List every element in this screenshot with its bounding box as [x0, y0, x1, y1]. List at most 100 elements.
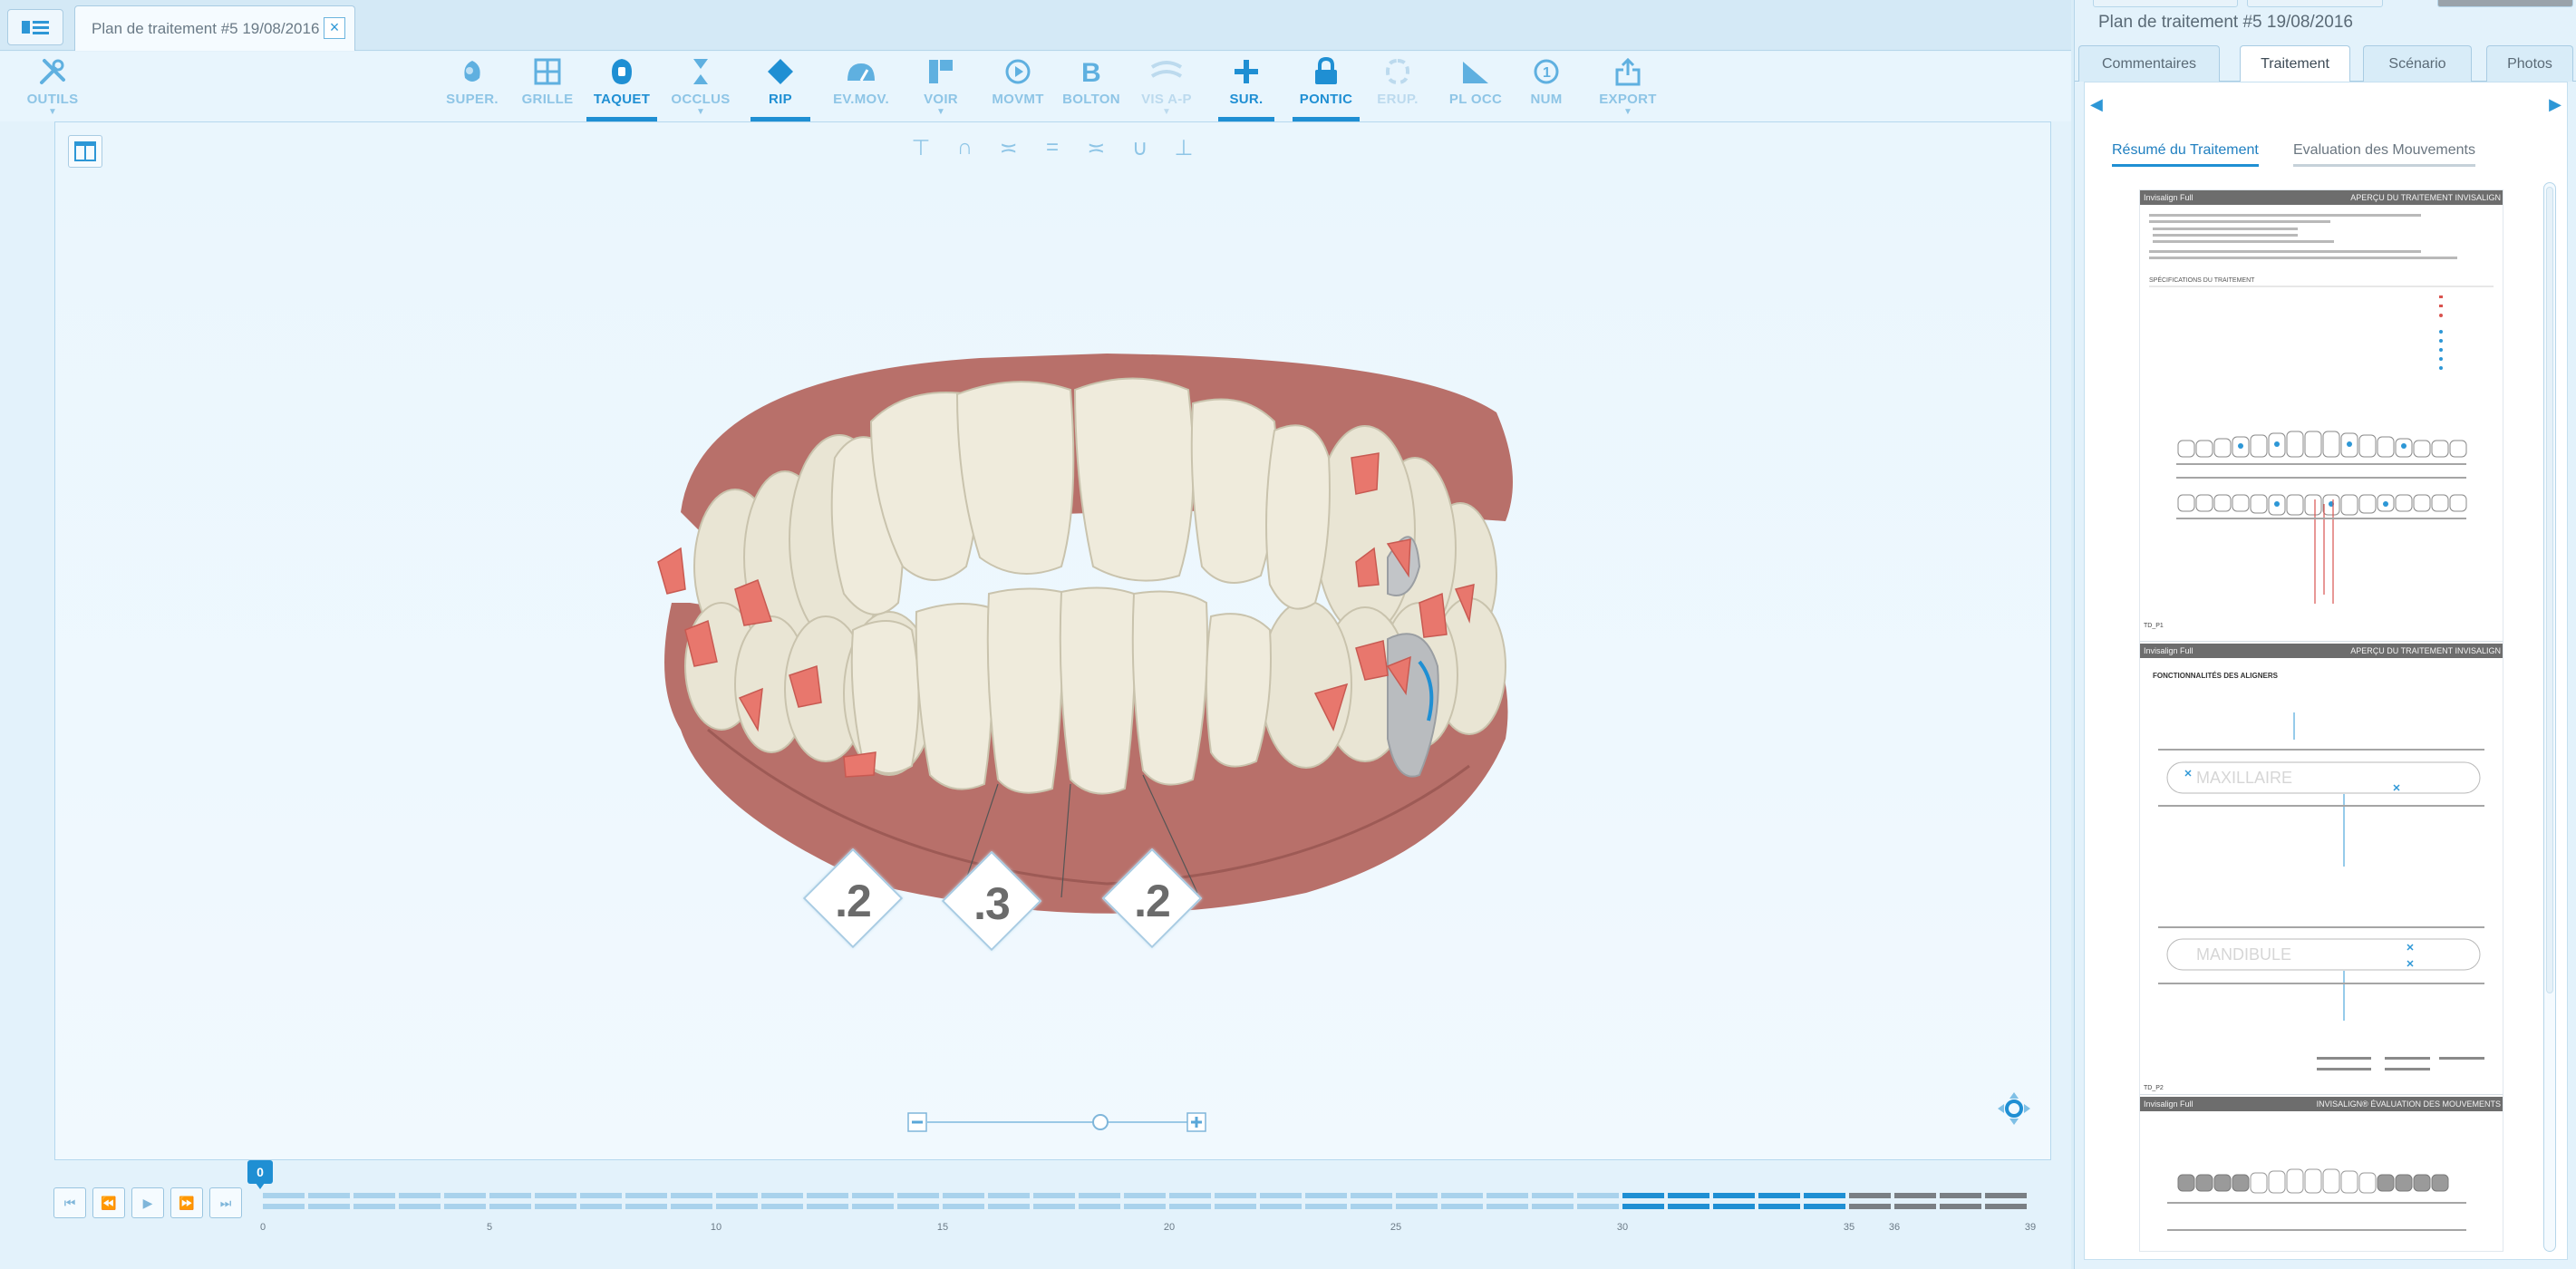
tool-export-button[interactable]: EXPORT ▼ [1595, 52, 1661, 121]
stage-segment[interactable] [943, 1193, 984, 1209]
view-upper-arch-icon[interactable]: ∩ [951, 135, 978, 162]
close-tab-button[interactable]: × [324, 17, 345, 39]
scrollbar-thumb[interactable] [2546, 187, 2553, 993]
side-top-button-2[interactable] [2247, 0, 2383, 7]
last-stage-button[interactable]: ⏭ [209, 1187, 242, 1218]
view-right-icon[interactable]: ≍ [995, 135, 1022, 162]
tool-voir-button[interactable]: VOIR ▼ [915, 52, 966, 121]
scroll-left-arrow-icon[interactable]: ◀ [2090, 95, 2103, 114]
navigation-compass-icon[interactable] [1996, 1090, 2032, 1127]
stage-segment[interactable] [1079, 1193, 1120, 1209]
stage-segment[interactable] [1305, 1193, 1347, 1209]
occlusal-plane-icon [1457, 55, 1494, 88]
view-top-icon[interactable]: ⊤ [907, 135, 935, 162]
stage-segment[interactable] [1622, 1193, 1664, 1209]
stage-segment[interactable] [1758, 1193, 1800, 1209]
zoom-slider[interactable] [907, 1110, 1206, 1134]
stage-segment[interactable] [489, 1193, 531, 1209]
stage-segment[interactable] [1668, 1193, 1709, 1209]
stage-segment[interactable] [807, 1193, 848, 1209]
document-preview[interactable]: Invisalign Full APERÇU DU TRAITEMENT INVI… [2139, 189, 2503, 1252]
panel-scrollbar[interactable] [2543, 182, 2556, 1252]
stage-segment[interactable] [1713, 1193, 1755, 1209]
side-top-button-3[interactable] [2437, 0, 2573, 7]
tool-erup-button[interactable]: ERUP. [1372, 52, 1423, 121]
next-stage-button[interactable]: ⏩ [170, 1187, 203, 1218]
stage-segment[interactable] [580, 1193, 622, 1209]
tool-label: VOIR [924, 92, 958, 107]
tool-sur-button[interactable]: SUR. [1218, 52, 1274, 121]
tool-grille-button[interactable]: GRILLE [519, 52, 576, 121]
view-left-icon[interactable]: ≍ [1082, 135, 1109, 162]
stage-segment[interactable] [1169, 1193, 1211, 1209]
stage-segment[interactable] [988, 1193, 1030, 1209]
stage-segment[interactable] [671, 1193, 712, 1209]
tool-num-button[interactable]: 1 NUM [1523, 52, 1570, 121]
ipr-diamond[interactable]: .2 [799, 844, 907, 953]
tab-commentaires[interactable]: Commentaires [2078, 45, 2220, 82]
stage-segment[interactable] [308, 1193, 350, 1209]
stage-segment[interactable] [1351, 1193, 1392, 1209]
tab-traitement[interactable]: Traitement [2240, 45, 2350, 82]
ipr-diamond[interactable]: .3 [937, 847, 1046, 955]
tool-occlus-button[interactable]: OCCLUS ▼ [671, 52, 731, 121]
tool-bolton-button[interactable]: B BOLTON [1061, 52, 1121, 121]
stage-segment[interactable] [1940, 1193, 1981, 1209]
tool-super-button[interactable]: SUPER. [444, 52, 500, 121]
menu-toggle-button[interactable] [7, 9, 63, 45]
dental-model[interactable] [599, 304, 1596, 920]
stage-segment[interactable] [761, 1193, 803, 1209]
tools-menu-button[interactable]: OUTILS ▼ [25, 52, 80, 121]
tool-taquet-button[interactable]: TAQUET [586, 52, 657, 121]
stage-segment[interactable] [1577, 1193, 1619, 1209]
stage-segment[interactable] [263, 1193, 305, 1209]
stage-segment[interactable] [1532, 1193, 1574, 1209]
stage-segment[interactable] [1849, 1193, 1891, 1209]
view-front-icon[interactable]: = [1039, 135, 1066, 162]
ipr-value: .2 [1134, 876, 1171, 926]
tool-ev-mov-button[interactable]: EV.MOV. [829, 52, 893, 121]
scroll-right-arrow-icon[interactable]: ▶ [2549, 95, 2561, 114]
view-lower-arch-icon[interactable]: ∪ [1127, 135, 1154, 162]
tool-movmt-button[interactable]: MOVMT [988, 52, 1048, 121]
stage-segment[interactable] [1487, 1193, 1528, 1209]
3d-viewport[interactable]: ⊤ ∩ ≍ = ≍ ∪ ⊥ .2 .3 .2 [54, 121, 2051, 1160]
tool-vis-a-p-button[interactable]: VIS A-P ▼ [1136, 52, 1197, 121]
stage-segment[interactable] [716, 1193, 758, 1209]
stage-segment[interactable] [1260, 1193, 1302, 1209]
stage-segment[interactable] [399, 1193, 441, 1209]
split-view-button[interactable] [68, 135, 102, 168]
tool-pontic-button[interactable]: PONTIC [1293, 52, 1360, 121]
subtab-treatment-summary[interactable]: Résumé du Traitement [2112, 142, 2259, 167]
tool-pl-occ-button[interactable]: PL OCC [1443, 52, 1508, 121]
stage-segment[interactable] [353, 1193, 395, 1209]
zoom-thumb[interactable] [1092, 1114, 1109, 1130]
document-tab[interactable]: Plan de traitement #5 19/08/2016 × [74, 5, 355, 51]
stage-segment[interactable] [535, 1193, 576, 1209]
stage-segment[interactable] [1396, 1193, 1438, 1209]
first-stage-button[interactable]: ⏮ [53, 1187, 86, 1218]
play-button[interactable]: ▶ [131, 1187, 164, 1218]
ipr-diamond[interactable]: .2 [1098, 844, 1206, 953]
stage-segment[interactable] [1441, 1193, 1483, 1209]
subtab-movement-evaluation[interactable]: Evaluation des Mouvements [2293, 142, 2475, 167]
occlusion-icon [683, 55, 719, 88]
stage-segment[interactable] [625, 1193, 667, 1209]
current-stage-marker[interactable]: 0 [247, 1160, 273, 1189]
chevron-down-icon: ▼ [1162, 107, 1171, 117]
stage-segment[interactable] [1894, 1193, 1936, 1209]
side-top-button-1[interactable] [2093, 0, 2238, 7]
stage-segment[interactable] [1804, 1193, 1845, 1209]
stage-segment[interactable] [1033, 1193, 1075, 1209]
stage-segment[interactable] [897, 1193, 939, 1209]
stage-segment[interactable] [1985, 1193, 2027, 1209]
tool-rip-button[interactable]: RIP [751, 52, 810, 121]
stage-segment[interactable] [444, 1193, 486, 1209]
stage-segment[interactable] [852, 1193, 894, 1209]
previous-stage-button[interactable]: ⏪ [92, 1187, 125, 1218]
tab-scenario[interactable]: Scénario [2363, 45, 2472, 82]
view-bottom-icon[interactable]: ⊥ [1170, 135, 1197, 162]
tab-photos[interactable]: Photos [2486, 45, 2573, 82]
stage-segment[interactable] [1124, 1193, 1166, 1209]
stage-segment[interactable] [1215, 1193, 1256, 1209]
